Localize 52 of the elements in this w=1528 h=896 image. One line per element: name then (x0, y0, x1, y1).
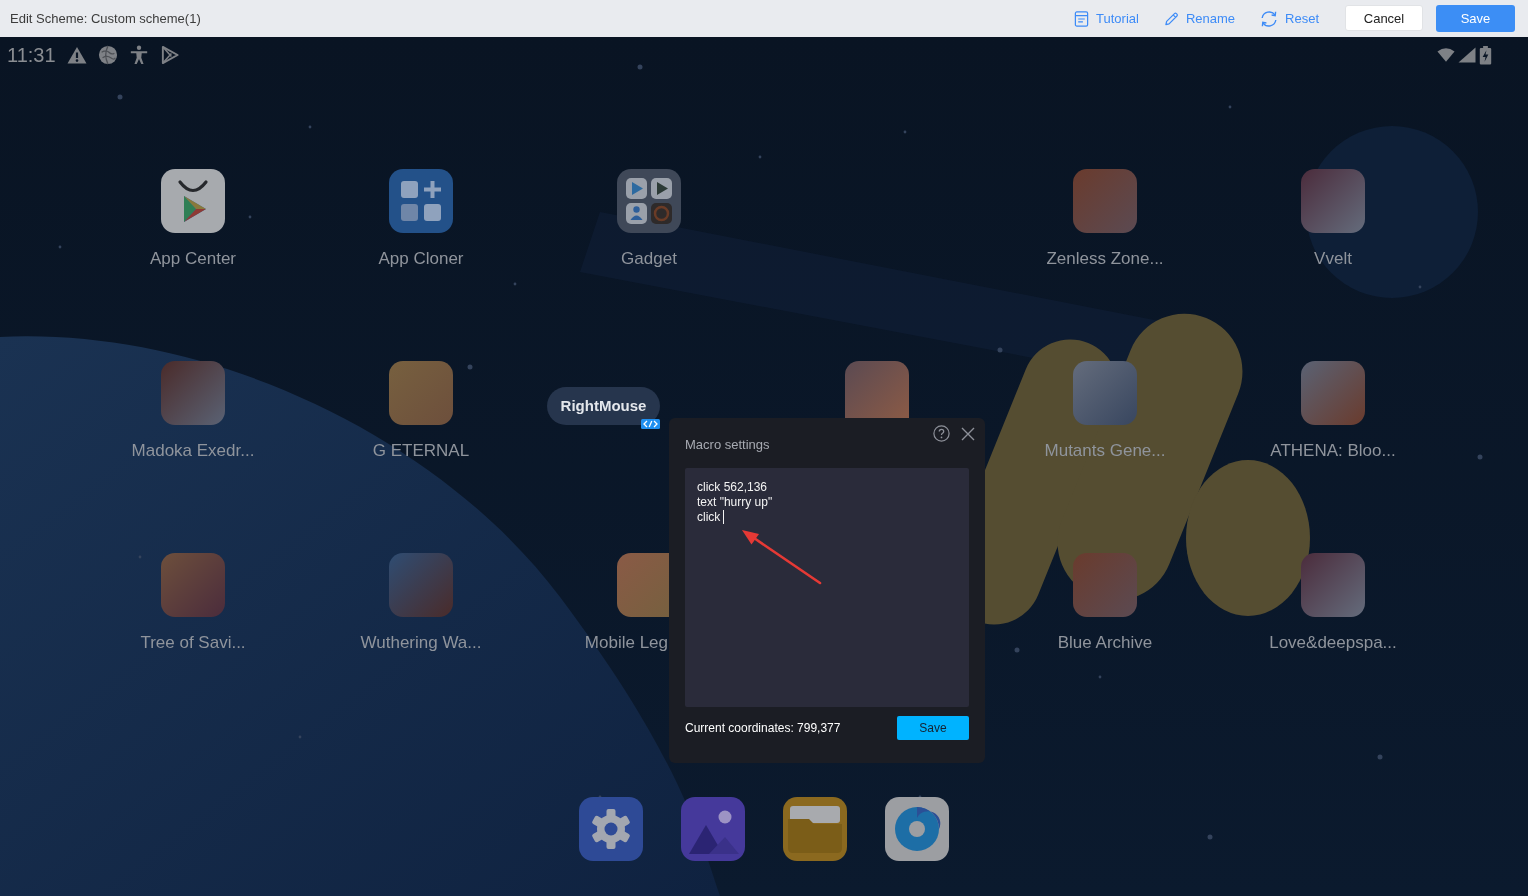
app-artwork-placeholder[interactable] (161, 361, 225, 425)
app-folder-icon[interactable] (617, 169, 681, 233)
app-name: App Center (150, 249, 236, 269)
scheme-title: Edit Scheme: Custom scheme(1) (10, 11, 201, 26)
help-icon[interactable] (933, 425, 950, 442)
app-name: App Cloner (378, 249, 464, 269)
app-name: Wuthering Wa... (360, 633, 482, 653)
app-artwork-placeholder[interactable] (1301, 361, 1365, 425)
code-badge-icon (641, 419, 660, 429)
globe-icon (97, 45, 118, 65)
ring-icon[interactable] (885, 797, 949, 861)
macro-save-button[interactable]: Save (897, 716, 969, 740)
document-icon (1074, 10, 1089, 27)
shopping-bag-icon[interactable] (161, 169, 225, 233)
app-name: ATHENA: Bloo... (1270, 441, 1396, 461)
app-artwork-placeholder[interactable] (389, 361, 453, 425)
wifi-icon (1437, 47, 1455, 63)
folder-icon[interactable] (783, 797, 847, 861)
app-artwork-placeholder[interactable] (1073, 169, 1137, 233)
app-artwork-placeholder[interactable] (1301, 169, 1365, 233)
app-artwork-placeholder[interactable] (1073, 553, 1137, 617)
app-name: Zenless Zone... (1046, 249, 1164, 269)
warning-icon (66, 45, 87, 65)
app-name: Gadget (621, 249, 677, 269)
app-name: Love&deepspa... (1269, 633, 1397, 653)
dialog-title: Macro settings (685, 436, 770, 454)
figure-icon (128, 45, 149, 65)
app-name: Vvelt (1314, 249, 1352, 269)
app-artwork-placeholder[interactable] (845, 361, 909, 418)
app-name: Tree of Savi... (140, 633, 246, 653)
coordinates-readout: Current coordinates: 799,377 (685, 721, 841, 735)
pencil-icon (1163, 10, 1179, 27)
macro-editor-field[interactable]: click 562,136 text "hurry up" click (685, 468, 969, 707)
close-icon[interactable] (961, 427, 975, 441)
key-mapping-chip[interactable]: RightMouse (547, 387, 660, 425)
app-artwork-placeholder[interactable] (161, 553, 225, 617)
picture-icon[interactable] (681, 797, 745, 861)
refresh-icon (1260, 9, 1279, 28)
play-outline-icon (159, 45, 180, 65)
app-name: Madoka Exedr... (131, 441, 255, 461)
tiles-plus-icon[interactable] (389, 169, 453, 233)
cancel-button[interactable]: Cancel (1345, 5, 1423, 31)
gear-icon[interactable] (579, 797, 643, 861)
signal-icon (1458, 47, 1476, 63)
app-name: Blue Archive (1057, 633, 1153, 653)
app-name: G ETERNAL (372, 441, 470, 461)
app-name: Mutants Gene... (1044, 441, 1166, 461)
status-time: 11:31 (7, 44, 56, 66)
app-artwork-placeholder[interactable] (1301, 553, 1365, 617)
app-name: Mobile Leg (584, 633, 668, 653)
app-artwork-placeholder[interactable] (617, 553, 669, 617)
app-artwork-placeholder[interactable] (389, 553, 453, 617)
